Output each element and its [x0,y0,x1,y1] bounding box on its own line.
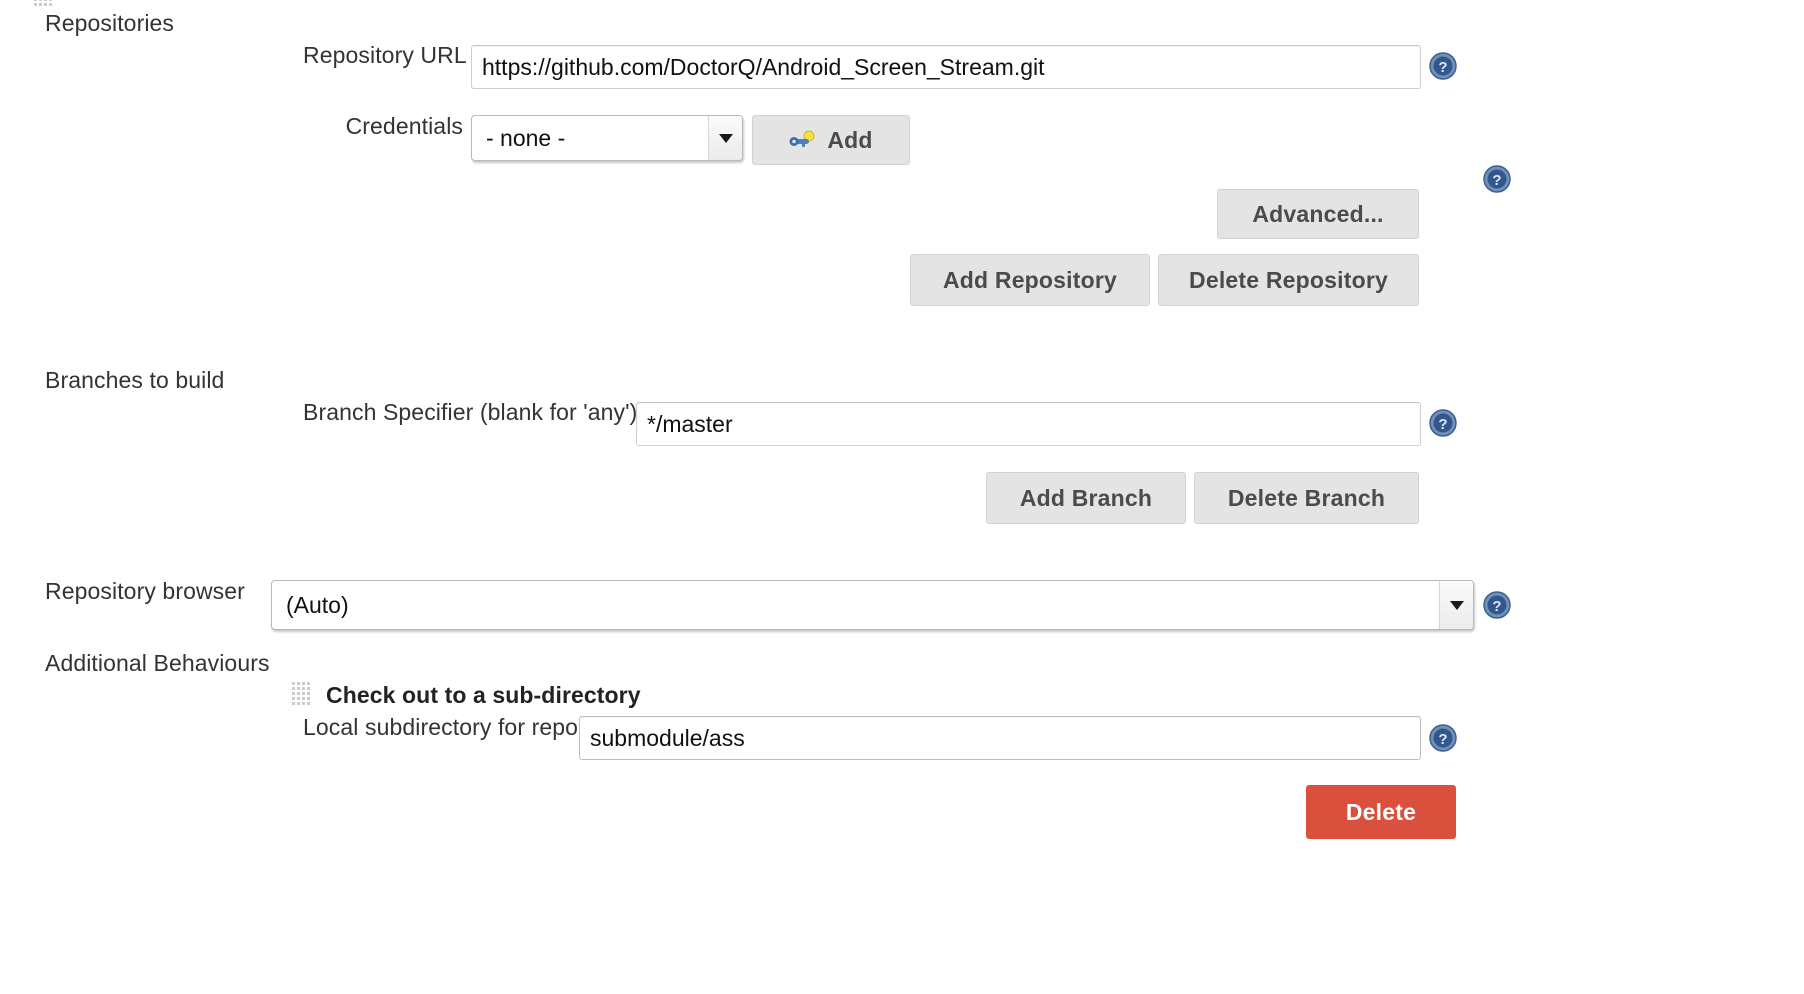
repository-url-input[interactable] [471,45,1421,89]
add-branch-button[interactable]: Add Branch [986,472,1186,524]
drag-handle-icon-top[interactable] [34,0,52,6]
branch-specifier-label: Branch Specifier (blank for 'any') [303,399,638,425]
svg-text:?: ? [1492,598,1501,615]
help-icon-credentials[interactable]: ? [1483,165,1511,193]
help-icon-repository-url[interactable]: ? [1429,52,1457,80]
section-label-repository-browser: Repository browser [45,578,245,604]
behaviour-title-checkout-subdirectory: Check out to a sub-directory [326,682,641,708]
add-credentials-label: Add [827,126,873,153]
delete-branch-button[interactable]: Delete Branch [1194,472,1419,524]
help-icon-repository-browser[interactable]: ? [1483,591,1511,619]
drag-handle-icon-behaviour[interactable] [292,682,310,705]
add-repository-button[interactable]: Add Repository [910,254,1150,306]
delete-behaviour-button[interactable]: Delete [1306,785,1456,839]
svg-text:?: ? [1438,416,1447,433]
credentials-select[interactable]: - none - [471,115,743,161]
advanced-button[interactable]: Advanced... [1217,189,1419,239]
section-label-branches: Branches to build [45,367,225,393]
chevron-down-icon-credentials [708,116,742,160]
chevron-down-icon-repository-browser [1439,581,1473,629]
repository-url-label: Repository URL [303,42,467,68]
credentials-select-value: - none - [486,124,566,151]
section-label-additional-behaviours: Additional Behaviours [45,650,270,676]
local-subdirectory-input[interactable] [579,716,1421,760]
credentials-label: Credentials [345,113,463,139]
section-label-repositories: Repositories [45,10,175,36]
help-icon-local-subdirectory[interactable]: ? [1429,724,1457,752]
svg-text:?: ? [1492,172,1501,189]
delete-repository-button[interactable]: Delete Repository [1158,254,1419,306]
repository-browser-select[interactable]: (Auto) [271,580,1474,630]
git-scm-configuration-panel: Repositories Repository URL ? Credential… [0,0,1804,994]
repository-browser-select-value: (Auto) [286,591,349,618]
help-icon-branch-specifier[interactable]: ? [1429,409,1457,437]
local-subdirectory-label: Local subdirectory for repo [303,714,579,740]
add-credentials-button[interactable]: Add [752,115,910,165]
branch-specifier-input[interactable] [636,402,1421,446]
svg-text:?: ? [1438,731,1447,748]
svg-text:?: ? [1438,59,1447,76]
key-icon [789,130,815,147]
